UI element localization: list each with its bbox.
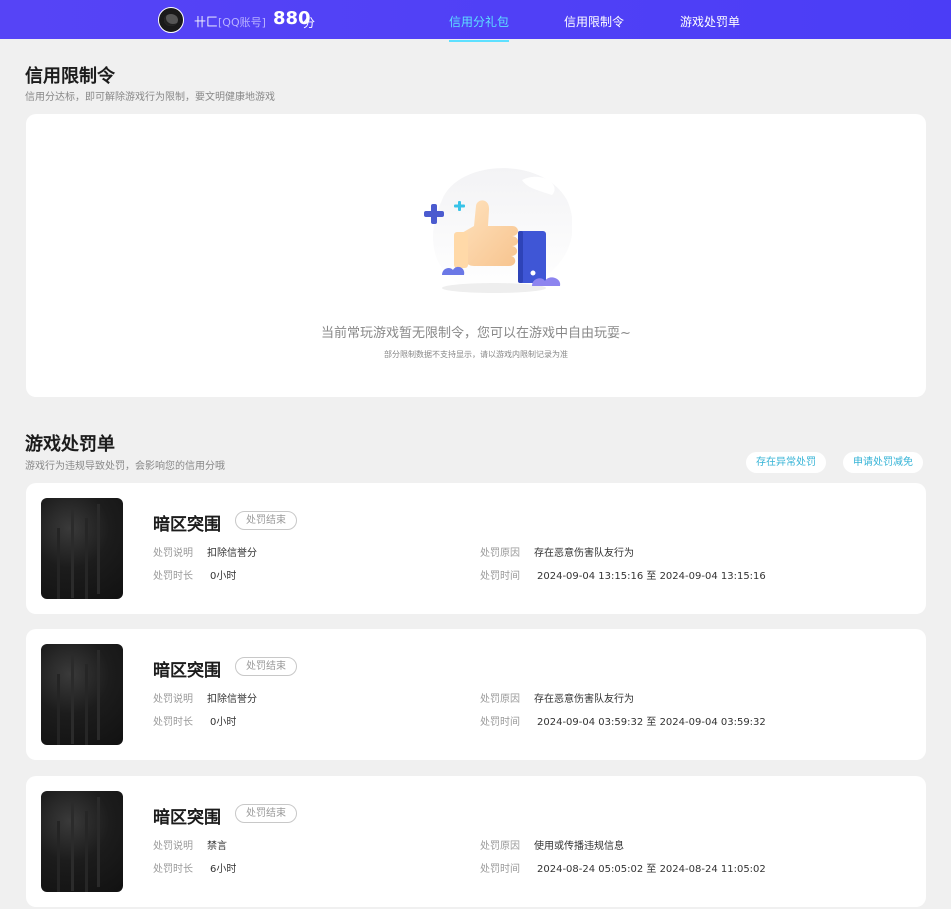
tab-credit-gift[interactable]: 信用分礼包 (449, 13, 510, 42)
penalty-card: 暗区突围 处罚结束 处罚说明 禁言 处罚时长 6小时 处罚原因 使用或传播违规信… (26, 776, 926, 907)
desc-value: 禁言 (207, 841, 227, 852)
game-name: 暗区突围 (153, 661, 221, 681)
duration-value: 0小时 (210, 717, 237, 728)
status-badge: 处罚结束 (235, 804, 297, 823)
reason-label: 处罚原因 (480, 694, 520, 705)
duration-label: 处罚时长 (153, 864, 193, 875)
reason-label: 处罚原因 (480, 548, 520, 559)
empty-state-note: 部分限制数据不支持显示，请以游戏内限制记录为准 (384, 350, 568, 359)
desc-value: 扣除信誉分 (207, 694, 257, 705)
game-thumbnail (41, 791, 123, 892)
duration-value: 6小时 (210, 864, 237, 875)
duration-label: 处罚时长 (153, 571, 193, 582)
tab-credit-restriction[interactable]: 信用限制令 (564, 13, 624, 30)
empty-state-text: 当前常玩游戏暂无限制令，您可以在游戏中自由玩耍~ (321, 326, 631, 341)
time-value: 2024-08-24 05:05:02 至 2024-08-24 11:05:0… (537, 864, 766, 875)
duration-label: 处罚时长 (153, 717, 193, 728)
game-thumbnail (41, 498, 123, 599)
restriction-section-subtitle: 信用分达标，即可解除游戏行为限制，要文明健康地游戏 (25, 92, 275, 103)
penalty-card: 暗区突围 处罚结束 处罚说明 扣除信誉分 处罚时长 0小时 处罚原因 存在恶意伤… (26, 629, 926, 760)
account-type: [QQ账号] (218, 16, 266, 29)
username: 卄匚 (194, 15, 219, 29)
status-badge: 处罚结束 (235, 657, 297, 676)
thumbs-up-illustration (424, 168, 572, 293)
apply-penalty-reduction-button[interactable]: 申请处罚减免 (843, 452, 923, 473)
penalty-section-subtitle: 游戏行为违规导致处罚，会影响您的信用分哦 (25, 461, 225, 472)
penalty-card: 暗区突围 处罚结束 处罚说明 扣除信誉分 处罚时长 0小时 处罚原因 存在恶意伤… (26, 483, 926, 614)
penalty-section-title: 游戏处罚单 (25, 434, 115, 455)
desc-value: 扣除信誉分 (207, 548, 257, 559)
time-label: 处罚时间 (480, 717, 520, 728)
duration-value: 0小时 (210, 571, 237, 582)
time-label: 处罚时间 (480, 864, 520, 875)
desc-label: 处罚说明 (153, 548, 193, 559)
tab-game-penalty[interactable]: 游戏处罚单 (680, 13, 740, 30)
reason-label: 处罚原因 (480, 841, 520, 852)
time-value: 2024-09-04 03:59:32 至 2024-09-04 03:59:3… (537, 717, 766, 728)
abnormal-penalty-button[interactable]: 存在异常处罚 (746, 452, 826, 473)
restriction-section-title: 信用限制令 (25, 66, 115, 87)
reason-value: 存在恶意伤害队友行为 (534, 548, 634, 559)
time-label: 处罚时间 (480, 571, 520, 582)
credit-score-unit: 分 (303, 16, 316, 30)
status-badge: 处罚结束 (235, 511, 297, 530)
avatar[interactable] (158, 7, 184, 33)
desc-label: 处罚说明 (153, 841, 193, 852)
top-nav-bar: 卄匚 [QQ账号] 880 分 信用分礼包 信用限制令 游戏处罚单 (0, 0, 951, 42)
restriction-card: 当前常玩游戏暂无限制令，您可以在游戏中自由玩耍~ 部分限制数据不支持显示，请以游… (26, 114, 926, 397)
game-name: 暗区突围 (153, 515, 221, 535)
reason-value: 存在恶意伤害队友行为 (534, 694, 634, 705)
desc-label: 处罚说明 (153, 694, 193, 705)
game-thumbnail (41, 644, 123, 745)
reason-value: 使用或传播违规信息 (534, 841, 624, 852)
game-name: 暗区突围 (153, 808, 221, 828)
time-value: 2024-09-04 13:15:16 至 2024-09-04 13:15:1… (537, 571, 766, 582)
